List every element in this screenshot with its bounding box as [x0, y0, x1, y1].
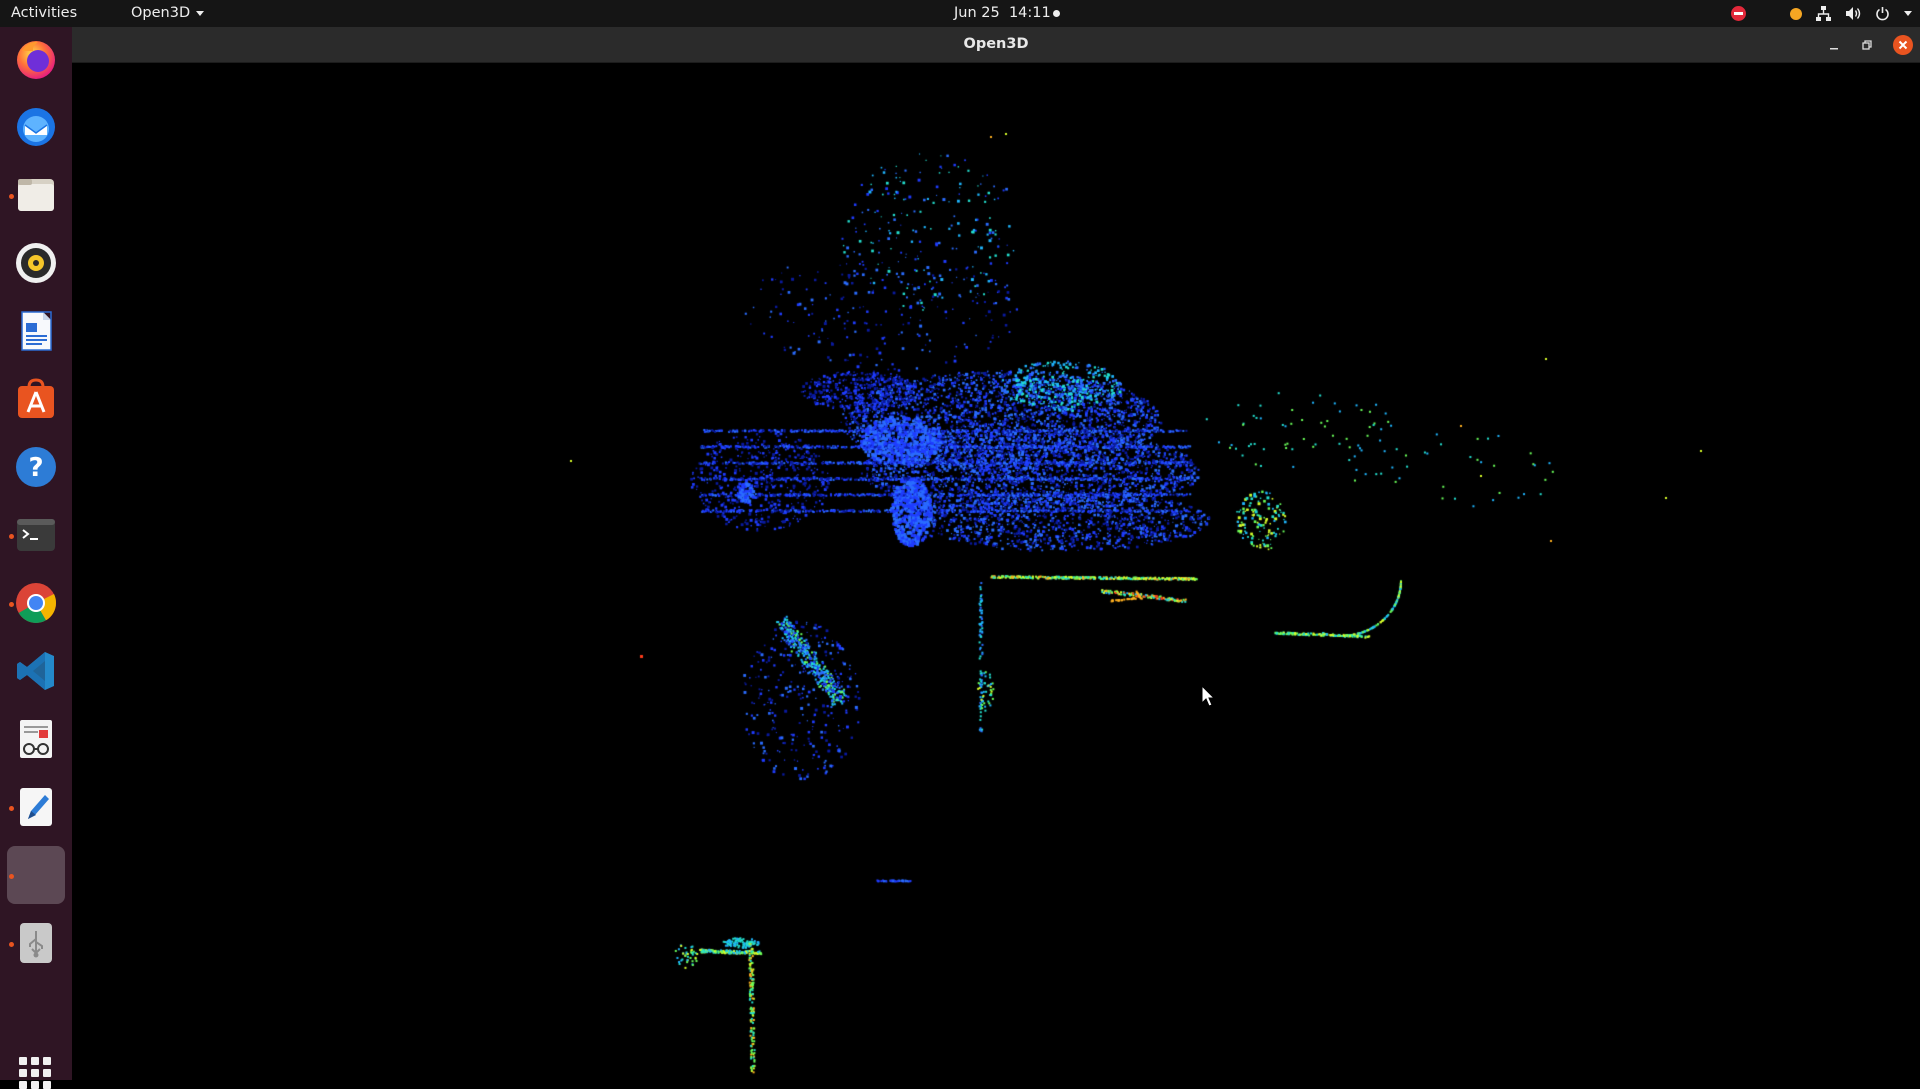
vscode-icon	[17, 652, 54, 690]
clock[interactable]: Jun 25 14:11	[954, 5, 1051, 21]
app-menu-label: Open3D	[131, 5, 191, 21]
mouse-cursor-icon	[1201, 685, 1215, 707]
document-viewer-icon	[20, 720, 52, 758]
running-indicator	[9, 874, 14, 879]
usb-drive-icon	[20, 923, 52, 963]
notification-dot-icon	[1053, 10, 1060, 17]
dock-terminal[interactable]	[7, 506, 65, 564]
thunderbird-icon	[17, 108, 55, 146]
dock-thunderbird[interactable]	[7, 98, 65, 156]
dock-open3d[interactable]	[7, 846, 65, 904]
svg-text:?: ?	[28, 453, 43, 483]
window-title: Open3D	[963, 36, 1029, 52]
writer-icon	[21, 311, 52, 351]
point-cloud-canvas[interactable]	[72, 63, 1920, 1080]
restore-icon	[1862, 40, 1872, 50]
open3d-icon	[14, 853, 58, 897]
running-indicator	[9, 942, 14, 947]
open3d-viewport[interactable]	[72, 63, 1920, 1080]
dock-ubuntu-software[interactable]	[7, 370, 65, 428]
window-titlebar[interactable]: Open3D	[72, 27, 1920, 63]
clock-date: Jun 25	[954, 5, 1000, 21]
files-icon	[18, 179, 54, 211]
running-indicator	[9, 534, 14, 539]
dock-chrome[interactable]	[7, 574, 65, 632]
system-tray[interactable]	[1731, 4, 1912, 23]
top-bar: Activities Open3D Jun 25 14:11	[0, 0, 1920, 27]
clock-time: 14:11	[1008, 5, 1051, 21]
power-icon[interactable]	[1875, 6, 1890, 21]
dock-writer[interactable]	[7, 302, 65, 360]
text-editor-icon	[20, 788, 52, 826]
minimize-icon	[1830, 48, 1838, 50]
dock-help[interactable]: ?	[7, 438, 65, 496]
dock-vscode[interactable]	[7, 642, 65, 700]
help-icon: ?	[16, 447, 56, 487]
firefox-icon	[17, 41, 55, 79]
activities-button[interactable]: Activities	[11, 5, 77, 21]
terminal-icon	[17, 519, 55, 551]
close-icon	[1898, 40, 1908, 50]
dock-files[interactable]	[7, 166, 65, 224]
chrome-icon	[16, 583, 57, 623]
dock-usb-drive[interactable]	[7, 914, 65, 972]
app-menu[interactable]: Open3D	[131, 5, 205, 21]
system-menu-caret-icon[interactable]	[1904, 11, 1912, 16]
show-applications-icon[interactable]	[19, 1057, 51, 1089]
software-store-icon	[18, 378, 54, 418]
running-indicator	[9, 194, 14, 199]
do-not-disturb-icon[interactable]	[1731, 6, 1746, 21]
running-indicator	[9, 602, 14, 607]
rhythmbox-icon	[16, 243, 56, 283]
dock-document-viewer[interactable]	[7, 710, 65, 768]
dock-firefox[interactable]	[7, 30, 65, 88]
volume-icon[interactable]	[1845, 6, 1861, 21]
dock-rhythmbox[interactable]	[7, 234, 65, 292]
dock-text-editor[interactable]	[7, 778, 65, 836]
running-indicator	[9, 806, 14, 811]
maximize-button[interactable]	[1858, 36, 1876, 54]
update-indicator-icon[interactable]	[1790, 7, 1802, 20]
close-button[interactable]	[1893, 35, 1913, 55]
dock: ?	[0, 27, 72, 1089]
network-icon[interactable]	[1816, 6, 1831, 21]
chevron-down-icon	[196, 10, 205, 16]
minimize-button[interactable]	[1825, 36, 1843, 54]
